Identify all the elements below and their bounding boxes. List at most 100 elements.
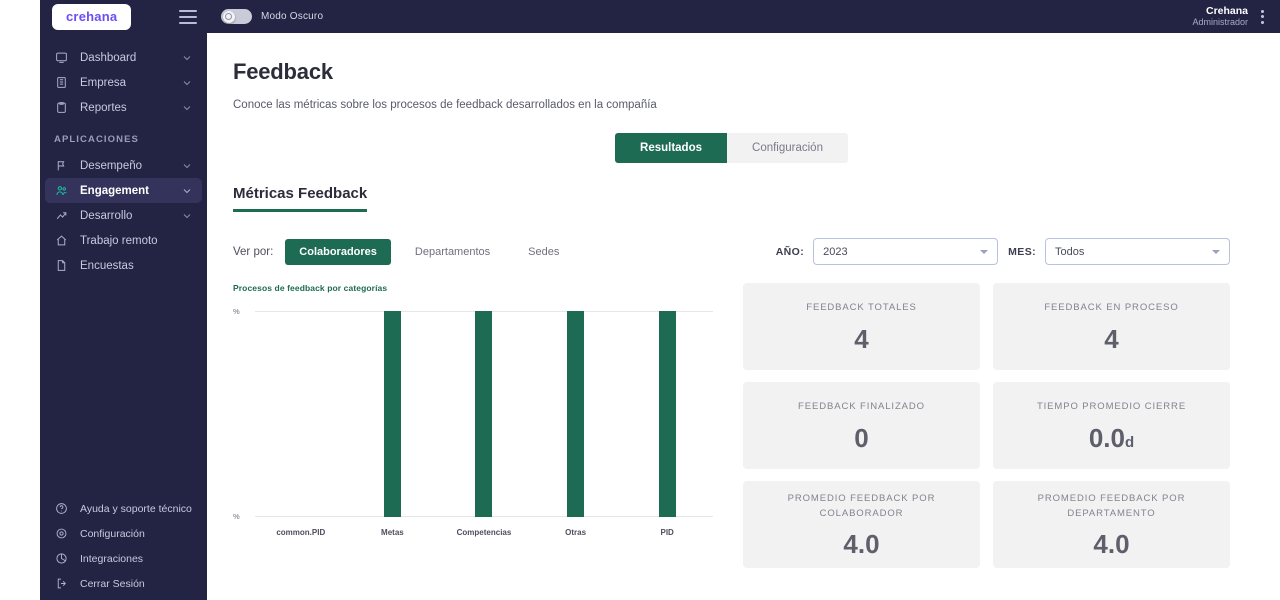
sidebar-item-desarrollo[interactable]: Desarrollo: [45, 203, 202, 228]
view-by-departamentos[interactable]: Departamentos: [401, 239, 504, 265]
topbar: Modo Oscuro Crehana Administrador: [207, 0, 1280, 33]
sidebar-item-configuracion[interactable]: Configuración: [45, 521, 202, 546]
month-select-value: Todos: [1055, 245, 1085, 258]
sidebar-item-label: Dashboard: [80, 51, 137, 64]
metric-card-label: PROMEDIO FEEDBACK POR COLABORADOR: [787, 493, 936, 519]
sidebar-item-engagement[interactable]: Engagement: [45, 178, 202, 203]
growth-arrow-icon: [54, 208, 69, 223]
dark-mode-toggle-group[interactable]: Modo Oscuro: [221, 9, 323, 24]
metric-card: FEEDBACK FINALIZADO 0: [743, 382, 980, 469]
metric-card-label: FEEDBACK TOTALES: [806, 302, 917, 314]
sidebar-item-label: Empresa: [80, 76, 127, 89]
left-rail: [0, 0, 40, 600]
x-axis-label: Competencias: [456, 528, 512, 537]
view-by-label: Ver por:: [233, 245, 274, 258]
logout-icon: [54, 576, 69, 591]
y-axis-tick-bottom: %: [233, 512, 240, 521]
metric-card-value: 4.0: [1093, 528, 1130, 559]
x-axis-labels: common.PID Metas Competencias Otras PID: [255, 528, 713, 537]
month-select[interactable]: Todos: [1045, 238, 1230, 265]
bar[interactable]: [475, 311, 493, 517]
view-by-sedes[interactable]: Sedes: [514, 239, 573, 265]
integrations-icon: [54, 551, 69, 566]
sidebar-item-label: Ayuda y soporte técnico: [80, 502, 192, 515]
sidebar-item-integraciones[interactable]: Integraciones: [45, 546, 202, 571]
home-icon: [54, 233, 69, 248]
metric-card-value: 4.0: [843, 528, 880, 559]
page-content: Feedback Conoce las métricas sobre los p…: [207, 33, 1280, 600]
chevron-down-icon: [980, 249, 989, 254]
sidebar-item-encuestas[interactable]: Encuestas: [45, 253, 202, 278]
document-icon: [54, 258, 69, 273]
sidebar-item-label: Encuestas: [80, 259, 134, 272]
sidebar-item-cerrar-sesion[interactable]: Cerrar Sesión: [45, 571, 202, 596]
toggle-knob-icon: [222, 10, 235, 23]
sidebar-nav-primary: Dashboard Empresa Reportes APLICACIONES: [40, 33, 207, 278]
metric-card-value: 4: [854, 323, 869, 354]
controls-row: Ver por: Colaboradores Departamentos Sed…: [233, 238, 1230, 265]
filter-year-group: AÑO: 2023: [775, 238, 999, 265]
tab-configuracion[interactable]: Configuración: [727, 133, 848, 163]
metric-card-label: TIEMPO PROMEDIO CIERRE: [1036, 401, 1187, 413]
topbar-right: Crehana Administrador: [1192, 5, 1266, 27]
sidebar-item-reportes[interactable]: Reportes: [45, 95, 202, 120]
sidebar-item-label: Trabajo remoto: [80, 234, 158, 247]
sidebar-item-empresa[interactable]: Empresa: [45, 70, 202, 95]
bar[interactable]: [383, 311, 401, 517]
section-underline: [233, 209, 368, 212]
sidebar-item-label: Desempeño: [80, 159, 143, 172]
help-circle-icon: [54, 501, 69, 516]
metric-card: TIEMPO PROMEDIO CIERRE 0.0d: [993, 382, 1230, 469]
year-select[interactable]: 2023: [813, 238, 999, 265]
bar-series: [255, 311, 713, 517]
sidebar-item-desempeno[interactable]: Desempeño: [45, 153, 202, 178]
metric-card: FEEDBACK EN PROCESO 4: [993, 283, 1230, 370]
flag-icon: [54, 158, 69, 173]
section-title: Métricas Feedback: [233, 185, 368, 202]
tabs: Resultados Configuración: [615, 133, 848, 163]
chevron-down-icon: [183, 105, 191, 110]
tabs-row: Resultados Configuración: [233, 133, 1230, 163]
sidebar-item-trabajo-remoto[interactable]: Trabajo remoto: [45, 228, 202, 253]
chevron-down-icon: [1212, 249, 1220, 254]
section-header: Métricas Feedback: [233, 185, 368, 212]
sidebar-item-ayuda-soporte[interactable]: Ayuda y soporte técnico: [45, 496, 202, 521]
user-info[interactable]: Crehana Administrador: [1192, 5, 1248, 27]
metric-card: PROMEDIO FEEDBACK POR COLABORADOR 4.0: [743, 481, 980, 568]
bar[interactable]: [567, 311, 585, 517]
page-title: Feedback: [233, 59, 333, 84]
sidebar-item-dashboard[interactable]: Dashboard: [45, 45, 202, 70]
y-axis-tick-top: %: [233, 307, 240, 316]
dark-mode-label: Modo Oscuro: [261, 11, 324, 22]
sidebar-header: crehana: [40, 0, 207, 33]
x-axis-label: common.PID: [276, 528, 326, 537]
bar-slot: [347, 311, 439, 517]
year-filter-label: AÑO:: [775, 245, 805, 258]
dark-mode-toggle[interactable]: [221, 9, 252, 24]
chevron-down-icon: [183, 213, 191, 218]
sidebar-section-aplicaciones: APLICACIONES: [54, 134, 139, 145]
view-by-colaboradores[interactable]: Colaboradores: [285, 238, 391, 265]
metric-card-suffix: d: [1124, 433, 1135, 451]
x-axis-label: Otras: [565, 528, 587, 537]
bar-slot: [255, 311, 347, 517]
x-axis-label: PID: [660, 528, 674, 537]
clipboard-icon: [54, 100, 69, 115]
main-column: Modo Oscuro Crehana Administrador Feedba…: [207, 0, 1280, 600]
filter-month-group: MES: Todos: [1008, 238, 1230, 265]
kebab-menu-icon[interactable]: [1259, 8, 1266, 26]
sidebar: crehana Dashboard Empresa Reportes APLIC…: [40, 0, 207, 600]
sidebar-item-label: Configuración: [80, 527, 145, 540]
crehana-logo[interactable]: crehana: [52, 3, 132, 30]
sidebar-item-label: Desarrollo: [80, 209, 133, 222]
x-axis-label: Metas: [381, 528, 404, 537]
hamburger-menu-icon[interactable]: [179, 9, 197, 24]
metric-card-label: PROMEDIO FEEDBACK POR DEPARTAMENTO: [1037, 493, 1186, 519]
sidebar-item-label: Engagement: [80, 184, 150, 197]
tab-resultados[interactable]: Resultados: [615, 133, 728, 163]
bar[interactable]: [658, 311, 676, 517]
chevron-down-icon: [183, 80, 191, 85]
chart-panel: Procesos de feedback por categorías % % …: [233, 283, 723, 539]
chevron-down-icon: [183, 188, 191, 193]
